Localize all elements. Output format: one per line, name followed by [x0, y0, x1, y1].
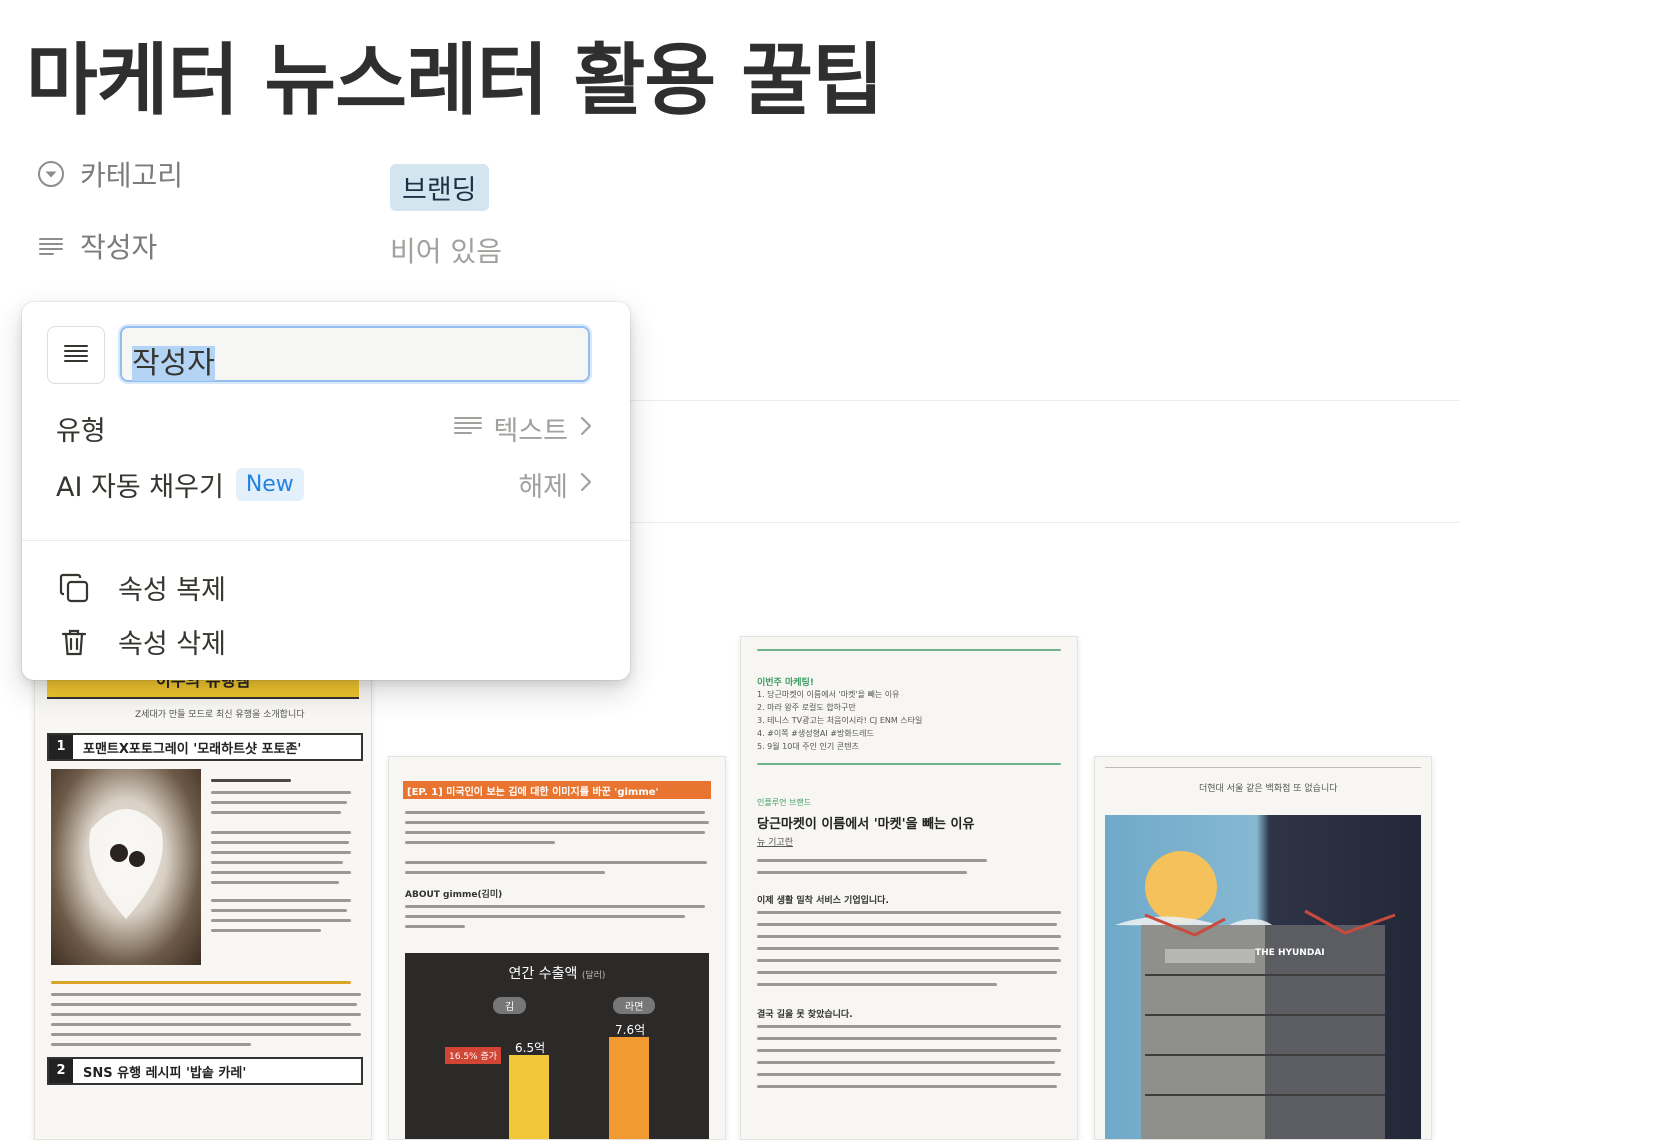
card3-list-5: 5. 9월 10대 주인 인기 콘텐츠 — [757, 742, 859, 751]
card2-bar1-value: 6.5억 — [515, 1041, 546, 1055]
card2-bar-gim — [509, 1055, 549, 1139]
gallery-card-trend-items[interactable]: 이주의 유행템 Z세대가 만들 모드로 최신 유행을 소개합니다 1 포맨트X포… — [34, 618, 372, 1140]
gallery-card-hyundai[interactable]: 더현대 서울 같은 백화점 또 없습니다 THE HYUNDAI — [1094, 756, 1432, 1140]
trash-icon — [58, 626, 90, 658]
card2-bar2-label: 라면 — [613, 997, 656, 1014]
card4-illustration: THE HYUNDAI — [1105, 815, 1421, 1139]
card2-bar-ramen — [609, 1037, 649, 1139]
card2-bar2-value: 7.6억 — [615, 1023, 646, 1037]
ai-autofill-label: AI 자동 채우기 — [56, 471, 224, 503]
property-label: 카테고리 — [80, 159, 184, 192]
card2-growth-note: 16.5% 증가 — [445, 1047, 502, 1064]
card1-subtitle: Z세대가 만들 모드로 최신 유행을 소개합니다 — [135, 710, 305, 720]
property-category[interactable]: 카테고리 — [36, 152, 183, 196]
text-lines-icon — [62, 339, 90, 371]
text-lines-icon — [453, 411, 483, 446]
divider — [600, 522, 1460, 523]
card1-photo — [51, 769, 201, 965]
property-edit-popup: 작성자 유형 텍스트 AI 자동 채우기 New 해제 속성 복제 속성 삭제 — [22, 302, 630, 680]
duplicate-property-button[interactable]: 속성 복제 — [22, 562, 630, 614]
select-icon — [36, 159, 66, 189]
duplicate-icon — [58, 572, 90, 604]
card2-header: [EP. 1] 미국인이 보는 김에 대한 이미지를 바꾼 'gimme' — [407, 787, 659, 798]
card3-list-4: 4. #이쪽 #생성형AI #방화드레드 — [757, 729, 874, 738]
card3-list-1: 1. 당근마켓이 이름에서 '마켓'을 빼는 이유 — [757, 690, 900, 699]
text-lines-icon — [36, 231, 66, 261]
property-name-value: 작성자 — [132, 346, 215, 381]
card4-sign: THE HYUNDAI — [1255, 948, 1325, 958]
card3-subhead-2: 결국 길을 못 찾았습니다. — [757, 1010, 853, 1020]
delete-label: 속성 삭제 — [118, 629, 226, 660]
type-label: 유형 — [56, 415, 106, 447]
category-tag[interactable]: 브랜딩 — [390, 164, 489, 211]
property-author[interactable]: 작성자 — [36, 224, 157, 268]
card1-item1-number: 1 — [49, 735, 73, 759]
card3-list-3: 3. 테니스 TV광고는 처음이시라! CJ ENM 스타일 — [757, 716, 923, 725]
delete-property-button[interactable]: 속성 삭제 — [22, 616, 630, 668]
card3-subhead-1: 이제 생활 밀착 서비스 기업입니다. — [757, 896, 889, 906]
property-icon-picker[interactable] — [47, 326, 105, 384]
ai-autofill-row[interactable]: AI 자동 채우기 New 해제 — [22, 458, 630, 510]
chevron-right-icon — [578, 469, 594, 500]
type-value: 텍스트 — [493, 415, 568, 447]
property-name-input[interactable]: 작성자 — [120, 326, 590, 382]
card2-chart-title: 연간 수출액 — [508, 966, 578, 982]
card2-about: ABOUT gimme(김미) — [405, 890, 503, 900]
card2-chart-unit: (달러) — [581, 971, 606, 981]
card3-section: 이번주 마케팅! — [757, 678, 814, 688]
card3-list-2: 2. 마라 왕주 로컬도 합하구만 — [757, 703, 856, 712]
duplicate-label: 속성 복제 — [118, 575, 226, 606]
menu-divider — [22, 540, 630, 541]
gallery-card-gimme[interactable]: [EP. 1] 미국인이 보는 김에 대한 이미지를 바꾼 'gimme' AB… — [388, 756, 726, 1140]
ai-autofill-value: 해제 — [518, 471, 568, 503]
card4-caption: 더현대 서울 같은 백화점 또 없습니다 — [1199, 784, 1338, 794]
card1-item1-title: 포맨트X포토그레이 '모래하트샷 포토존' — [83, 742, 302, 757]
gallery-card-daangn[interactable]: 이번주 마케팅! 1. 당근마켓이 이름에서 '마켓'을 빼는 이유 2. 마라… — [740, 636, 1078, 1140]
card2-export-chart: 연간 수출액 (달러) 김 라면 6.5억 7.6억 16.5% 증가 — [405, 953, 709, 1139]
property-type-row[interactable]: 유형 텍스트 — [22, 402, 630, 454]
chevron-right-icon — [578, 413, 594, 444]
card1-item2-number: 2 — [49, 1059, 73, 1083]
property-label: 작성자 — [80, 231, 158, 264]
card1-item2-title: SNS 유행 레시피 '밥솥 카레' — [83, 1066, 247, 1081]
divider — [600, 400, 1460, 401]
card3-headline: 당근마켓이 이름에서 '마켓'을 빼는 이유 — [757, 817, 975, 832]
card3-link: 뉴 기고란 — [757, 838, 793, 848]
author-empty-value[interactable]: 비어 있음 — [390, 230, 502, 270]
card2-bar1-label: 김 — [493, 997, 527, 1014]
new-badge: New — [235, 467, 304, 501]
card3-tag: 인플루언 브랜드 — [757, 798, 812, 807]
page-title[interactable]: 마케터 뉴스레터 활용 꿀팁 — [26, 18, 884, 130]
